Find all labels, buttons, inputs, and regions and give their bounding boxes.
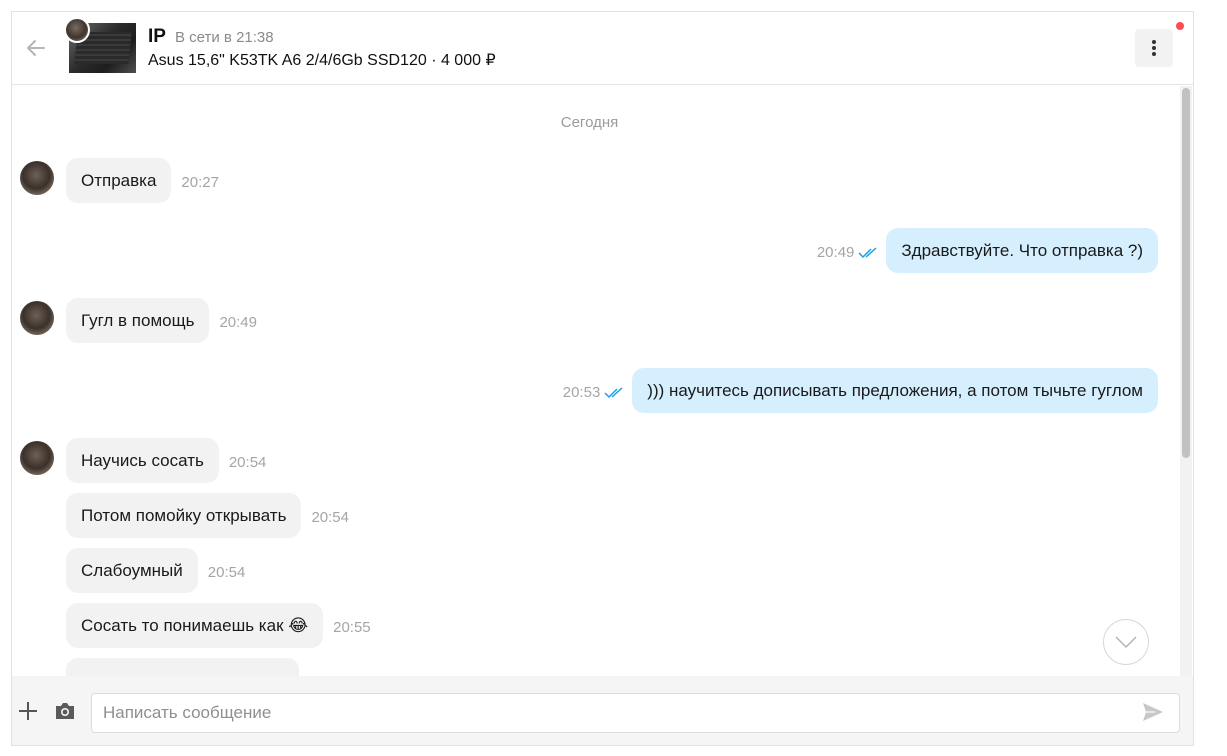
message-bubble[interactable]: Сосать то понимаешь как 😂 (66, 603, 324, 648)
double-check-icon (604, 386, 624, 399)
item-title[interactable]: Asus 15,6" K53TK A6 2/4/6Gb SSD120 · 4 0… (148, 50, 496, 70)
message-outgoing: 20:49 Здравствуйте. Что отправка ?) (817, 228, 1158, 273)
online-status: В сети в 21:38 (175, 29, 274, 46)
message-text: Слабоумный (81, 560, 183, 580)
sender-avatar[interactable] (20, 441, 54, 475)
message-incoming: Гугл в помощь 20:49 (66, 298, 257, 343)
message-text: Здравствуйте. Что отправка ?) (901, 240, 1143, 260)
message-bubble[interactable]: Научись сосать (66, 438, 219, 483)
message-incoming: Научись сосать 20:54 (66, 438, 266, 483)
sender-avatar[interactable] (20, 301, 54, 335)
message-time: 20:53 (562, 384, 601, 401)
message-time: 20:49 (219, 314, 257, 331)
message-incoming: А (66, 658, 299, 676)
scrollbar-thumb[interactable] (1182, 88, 1190, 458)
message-incoming: Слабоумный 20:54 (66, 548, 245, 593)
message-text: Потом помойку открывать (81, 505, 287, 525)
message-composer (12, 676, 1193, 745)
send-icon (1143, 703, 1163, 721)
sender-avatar[interactable] (20, 161, 54, 195)
plus-icon (19, 702, 37, 720)
message-text: Отправка (81, 170, 157, 190)
double-check-icon (858, 246, 878, 259)
message-time: 20:54 (228, 454, 267, 471)
contact-avatar[interactable] (64, 17, 90, 43)
message-list[interactable]: Сегодня Отправка 20:27 20:49 Здравствуйт… (12, 86, 1178, 676)
message-time: 20:55 (333, 619, 371, 636)
message-bubble[interactable]: Отправка (66, 158, 172, 203)
message-bubble[interactable]: Здравствуйте. Что отправка ?) (886, 228, 1158, 273)
date-separator: Сегодня (560, 114, 619, 131)
camera-button[interactable] (53, 699, 77, 723)
back-button[interactable] (20, 32, 52, 64)
more-options-button[interactable] (1135, 29, 1173, 67)
message-outgoing: 20:53 ))) научитесь дописывать предложен… (563, 368, 1158, 413)
message-bubble[interactable]: А (66, 658, 299, 676)
message-incoming: Сосать то понимаешь как 😂 20:55 (66, 603, 371, 648)
message-text: ))) научитесь дописывать предложения, а … (647, 380, 1143, 400)
notification-dot (1176, 22, 1184, 30)
camera-icon (56, 703, 74, 719)
chevron-down-icon (1115, 636, 1137, 649)
message-bubble[interactable]: ))) научитесь дописывать предложения, а … (632, 368, 1158, 413)
message-input[interactable] (91, 693, 1180, 733)
message-incoming: Отправка 20:27 (66, 158, 219, 203)
attach-button[interactable] (16, 699, 40, 723)
message-text: Научись сосать (81, 450, 204, 470)
message-bubble[interactable]: Гугл в помощь (66, 298, 210, 343)
contact-name[interactable]: IP (148, 26, 166, 48)
message-time: 20:49 (816, 244, 855, 261)
message-time: 20:27 (181, 174, 219, 191)
message-text: Сосать то понимаешь как 😂 (81, 615, 309, 635)
message-incoming: Потом помойку открывать 20:54 (66, 493, 349, 538)
send-button[interactable] (1141, 701, 1165, 725)
more-vertical-icon (1152, 40, 1156, 56)
chat-header: IP В сети в 21:38 Asus 15,6" K53TK A6 2/… (12, 12, 1193, 85)
message-text: Гугл в помощь (81, 310, 195, 330)
message-bubble[interactable]: Слабоумный (66, 548, 198, 593)
message-bubble[interactable]: Потом помойку открывать (66, 493, 302, 538)
message-time: 20:54 (207, 564, 246, 581)
chat-window: IP В сети в 21:38 Asus 15,6" K53TK A6 2/… (11, 11, 1194, 746)
arrow-left-icon (27, 40, 45, 56)
message-time: 20:54 (311, 509, 349, 526)
scroll-to-bottom-button[interactable] (1103, 619, 1149, 665)
